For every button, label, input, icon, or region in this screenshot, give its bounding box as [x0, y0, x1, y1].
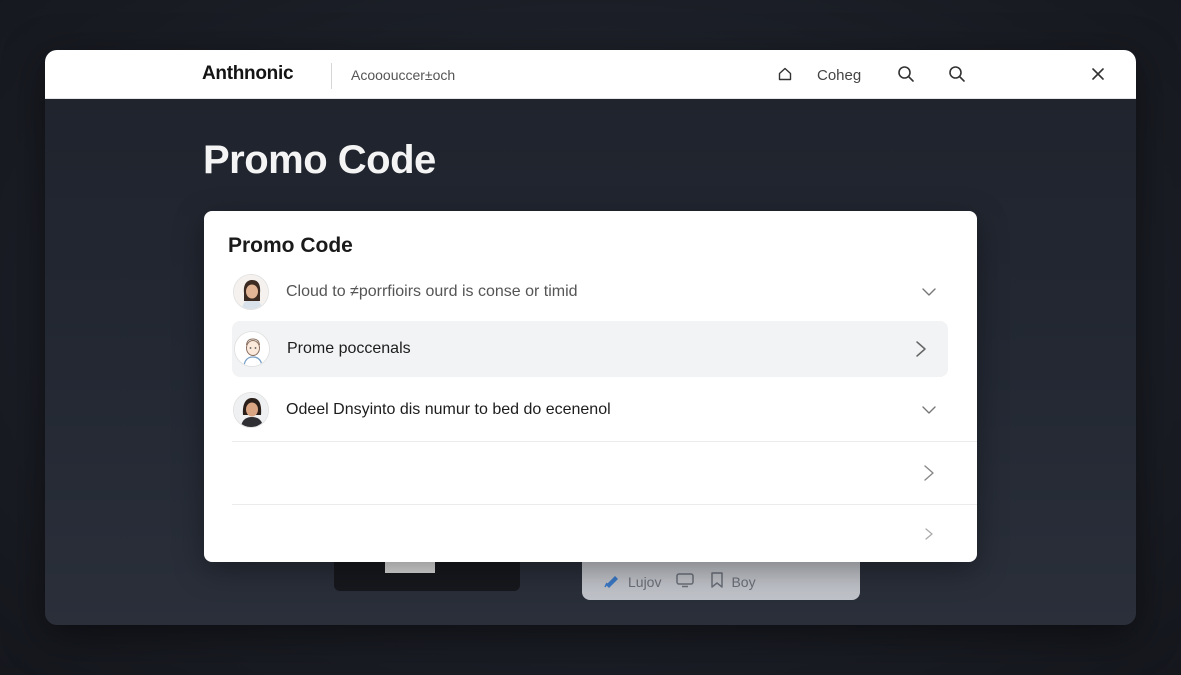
chevron-right-icon[interactable] — [920, 525, 938, 543]
pen-icon — [604, 572, 622, 591]
top-bar: Anthnonic Acooouccer±och Coheg — [45, 50, 1136, 99]
divider — [232, 441, 977, 442]
chevron-right-icon[interactable] — [920, 464, 938, 482]
home-icon[interactable] — [775, 64, 795, 84]
divider — [232, 504, 977, 505]
promo-code-card: Promo Code Cloud to ≠porrfioirs ourd is … — [204, 211, 977, 562]
avatar — [233, 274, 269, 310]
bottom-toolbar-label: Lujov — [628, 573, 662, 590]
row-label: Odeel Dnsyinto dis numur to bed do ecene… — [286, 401, 611, 418]
chevron-down-icon[interactable] — [920, 283, 938, 301]
promo-list-item-empty[interactable] — [232, 506, 948, 562]
bottom-toolbar-item-lujov[interactable]: Lujov — [604, 572, 661, 591]
page-title: Promo Code — [203, 138, 436, 182]
row-label: Prome poccenals — [287, 340, 411, 357]
app-window: Anthnonic Acooouccer±och Coheg Promo Cod… — [45, 50, 1136, 625]
avatar — [234, 331, 270, 367]
topbar-divider — [331, 63, 332, 89]
bottom-toolbar-item-monitor[interactable] — [675, 572, 695, 591]
close-icon[interactable] — [1088, 64, 1108, 84]
search-icon[interactable] — [896, 64, 916, 84]
bottom-toolbar-label: Boy — [731, 573, 756, 590]
bottom-toolbar-item-boy[interactable]: Boy — [709, 571, 756, 592]
chevron-down-icon[interactable] — [920, 401, 938, 419]
search-icon[interactable] — [947, 64, 967, 84]
bookmark-icon — [709, 571, 725, 592]
promo-list-item[interactable]: Odeel Dnsyinto dis numur to bed do ecene… — [232, 382, 948, 438]
avatar — [233, 392, 269, 428]
brand-logo[interactable]: Anthnonic — [202, 63, 294, 85]
promo-list-item[interactable]: Cloud to ≠porrfioirs ourd is conse or ti… — [232, 264, 948, 320]
monitor-icon — [675, 572, 695, 591]
promo-list-item-selected[interactable]: Prome poccenals — [232, 321, 948, 377]
promo-list-item-empty[interactable] — [232, 445, 948, 501]
card-title: Promo Code — [228, 234, 353, 257]
chevron-right-icon[interactable] — [912, 340, 930, 358]
breadcrumb[interactable]: Acooouccer±och — [351, 67, 455, 83]
topbar-link[interactable]: Coheg — [817, 67, 861, 84]
row-label: Cloud to ≠porrfioirs ourd is conse or ti… — [286, 283, 578, 300]
